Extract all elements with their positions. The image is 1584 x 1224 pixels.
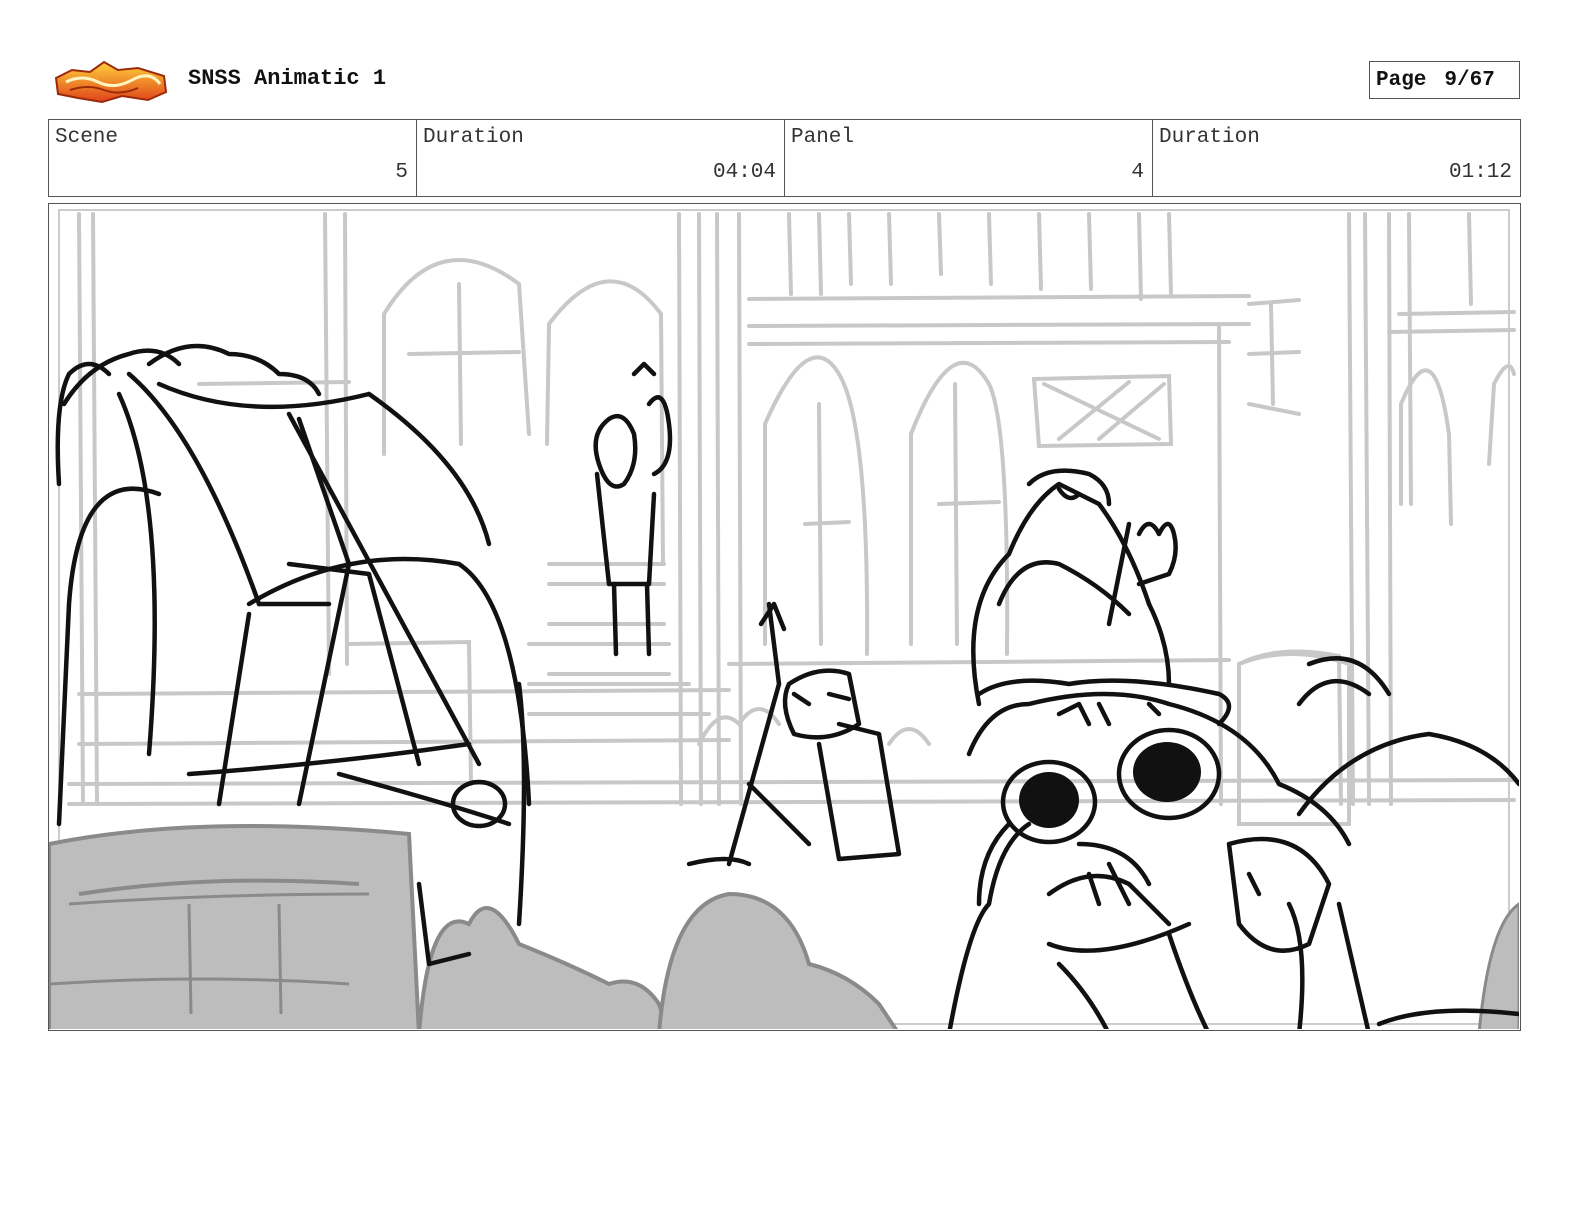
- page-number: 9/67: [1444, 68, 1495, 92]
- page-label: Page: [1376, 68, 1427, 92]
- scene-label: Scene: [55, 126, 119, 149]
- background-buildings: [67, 212, 1516, 806]
- panel-info-table: Scene 5 Duration 04:04 Panel 4 Duration …: [48, 119, 1521, 197]
- storyboard-sketch-image: [49, 209, 1519, 1029]
- scene-value: 5: [395, 161, 408, 184]
- scene-duration-label: Duration: [423, 126, 524, 149]
- scene-cell: Scene 5: [49, 120, 417, 196]
- panel-label: Panel: [791, 126, 855, 149]
- scene-duration-cell: Duration 04:04: [417, 120, 785, 196]
- panel-duration-value: 01:12: [1448, 161, 1512, 184]
- logo-icon: [54, 60, 168, 104]
- scene-duration-value: 04:04: [712, 161, 776, 184]
- panel-cell: Panel 4: [785, 120, 1153, 196]
- storyboard-panel: [48, 203, 1521, 1031]
- document-title: SNSS Animatic 1: [188, 66, 387, 91]
- bug-eyes: [1019, 742, 1201, 828]
- panel-value: 4: [1131, 161, 1144, 184]
- page-indicator: Page 9/67: [1369, 61, 1520, 99]
- panel-duration-label: Duration: [1159, 126, 1260, 149]
- panel-duration-cell: Duration 01:12: [1153, 120, 1520, 196]
